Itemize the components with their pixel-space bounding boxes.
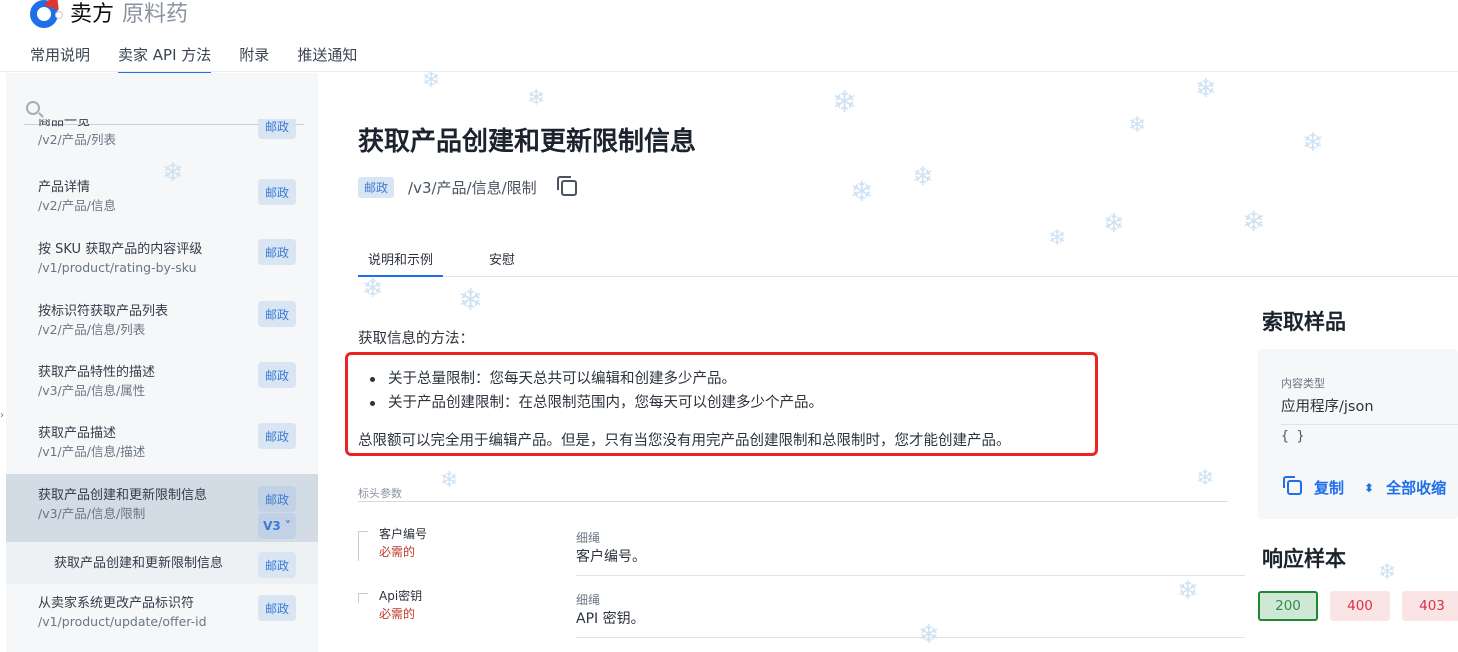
method-badge: 邮政 <box>358 177 395 198</box>
sidebar: 商品一览 /v2/产品/列表 邮政 产品详情 /v2/产品/信息 邮政 按 SK… <box>6 73 318 652</box>
content-type-label: 内容类型 <box>1281 377 1325 390</box>
response-code-403[interactable]: 403 <box>1402 591 1458 621</box>
nav-seller-api[interactable]: 卖家 API 方法 <box>118 44 212 74</box>
sidebar-item-limit[interactable]: 获取产品创建和更新限制信息 /v3/产品/信息/限制 邮政 V3 ˅ <box>6 474 318 542</box>
method-badge: 邮政 <box>258 239 296 265</box>
sidebar-item-info-list[interactable]: 按标识符获取产品列表 /v2/产品/信息/列表 邮政 <box>6 301 318 347</box>
logo[interactable]: 卖方 原料药 <box>30 0 188 30</box>
divider <box>358 501 1228 502</box>
response-code-tabs: 200 400 403 <box>1258 591 1458 621</box>
card-actions: 复制 ⬍ 全部收缩 <box>1281 476 1446 498</box>
logo-icon <box>30 0 66 30</box>
expand-collapse-icon: ⬍ <box>1364 480 1375 495</box>
page-title: 获取产品创建和更新限制信息 <box>358 127 697 157</box>
endpoint-path: /v3/产品/信息/限制 <box>408 179 537 197</box>
bullet-create-limit: 关于产品创建限制：在总限制范围内，您每天可以创建多少个产品。 <box>370 391 823 415</box>
divider <box>576 575 1245 576</box>
collapse-all-button[interactable]: 全部收缩 <box>1386 477 1446 498</box>
method-badge: 邮政 <box>258 119 296 139</box>
method-badge: 邮政 <box>258 595 296 621</box>
response-code-200[interactable]: 200 <box>1258 591 1318 621</box>
sidebar-item-product-info[interactable]: 产品详情 /v2/产品/信息 邮政 <box>6 179 318 223</box>
top-nav: 常用说明 卖家 API 方法 附录 推送通知 <box>30 44 357 74</box>
copy-button[interactable]: 复制 <box>1314 477 1344 498</box>
total-limit-note: 总限额可以完全用于编辑产品。但是，只有当您没有用完产品创建限制和总限制时，您才能… <box>358 433 1011 449</box>
nav-push[interactable]: 推送通知 <box>297 44 357 73</box>
nav-general[interactable]: 常用说明 <box>30 44 90 73</box>
nav-appendix[interactable]: 附录 <box>239 44 269 73</box>
description-bullets: 关于总量限制：您每天总共可以编辑和创建多少产品。 关于产品创建限制：在总限制范围… <box>370 367 823 415</box>
version-select[interactable]: V3 ˅ <box>258 513 296 539</box>
copy-icon <box>1283 476 1302 495</box>
tree-connector <box>358 593 368 603</box>
top-header: 卖方 原料药 常用说明 卖家 API 方法 附录 推送通知 <box>0 0 1458 74</box>
search-icon <box>26 101 40 115</box>
main-content: 获取产品创建和更新限制信息 邮政 /v3/产品/信息/限制 说明和示例 安慰 获… <box>318 73 1458 652</box>
param-description: API 密钥。 <box>576 611 645 627</box>
divider <box>1281 424 1458 425</box>
header-params-label: 标头参数 <box>358 487 402 500</box>
sidebar-item-rating-by-sku[interactable]: 按 SKU 获取产品的内容评级 /v1/product/rating-by-sk… <box>6 239 318 285</box>
sidebar-item-update-offer-id[interactable]: 从卖家系统更改产品标识符 /v1/product/update/offer-id… <box>6 595 318 639</box>
param-client-id: 客户编号 必需的 细绳 客户编号。 <box>358 525 1245 581</box>
param-required: 必需的 <box>379 545 416 559</box>
method-badge: 邮政 <box>258 486 296 512</box>
copy-icon[interactable] <box>556 175 577 196</box>
param-type: 细绳 <box>576 531 601 545</box>
method-badge: 邮政 <box>258 552 296 578</box>
brand-sub: 原料药 <box>122 2 189 27</box>
tab-console[interactable]: 安慰 <box>479 249 525 276</box>
method-badge: 邮政 <box>258 301 296 327</box>
method-row: 邮政 /v3/产品/信息/限制 <box>358 175 577 198</box>
description-intro: 获取信息的方法： <box>358 331 474 347</box>
request-body: { } <box>1281 429 1305 444</box>
brand-name: 卖方 <box>70 2 115 27</box>
param-required: 必需的 <box>379 607 416 621</box>
response-sample-title: 响应样本 <box>1262 547 1346 571</box>
method-badge: 邮政 <box>258 362 296 388</box>
request-sample-title: 索取样品 <box>1262 310 1346 334</box>
sidebar-item-attributes[interactable]: 获取产品特性的描述 /v3/产品/信息/属性 邮政 <box>6 362 318 408</box>
sidebar-item-product-list[interactable]: 商品一览 /v2/产品/列表 邮政 <box>6 119 318 159</box>
method-badge: 邮政 <box>258 179 296 205</box>
bullet-total-limit: 关于总量限制：您每天总共可以编辑和创建多少产品。 <box>370 367 823 391</box>
method-badge: 邮政 <box>258 423 296 449</box>
param-description: 客户编号。 <box>576 549 646 565</box>
response-code-400[interactable]: 400 <box>1330 591 1390 621</box>
tree-connector <box>358 531 368 561</box>
tab-description[interactable]: 说明和示例 <box>358 249 444 277</box>
divider <box>576 637 1245 638</box>
request-sample-card: 内容类型 应用程序/json { } 复制 ⬍ 全部收缩 <box>1258 349 1458 519</box>
param-name: Api密钥 <box>379 589 423 603</box>
sidebar-item-description[interactable]: 获取产品描述 /v1/产品/信息/描述 邮政 <box>6 423 318 469</box>
collapse-caret-icon[interactable]: › <box>0 410 4 421</box>
param-name: 客户编号 <box>379 527 428 541</box>
param-type: 细绳 <box>576 593 601 607</box>
sidebar-subitem-limit[interactable]: 获取产品创建和更新限制信息 邮政 <box>6 542 318 584</box>
param-api-key: Api密钥 必需的 细绳 API 密钥。 <box>358 587 1245 643</box>
tab-bar: 说明和示例 安慰 <box>358 249 1458 277</box>
content-type-value[interactable]: 应用程序/json <box>1281 395 1374 416</box>
